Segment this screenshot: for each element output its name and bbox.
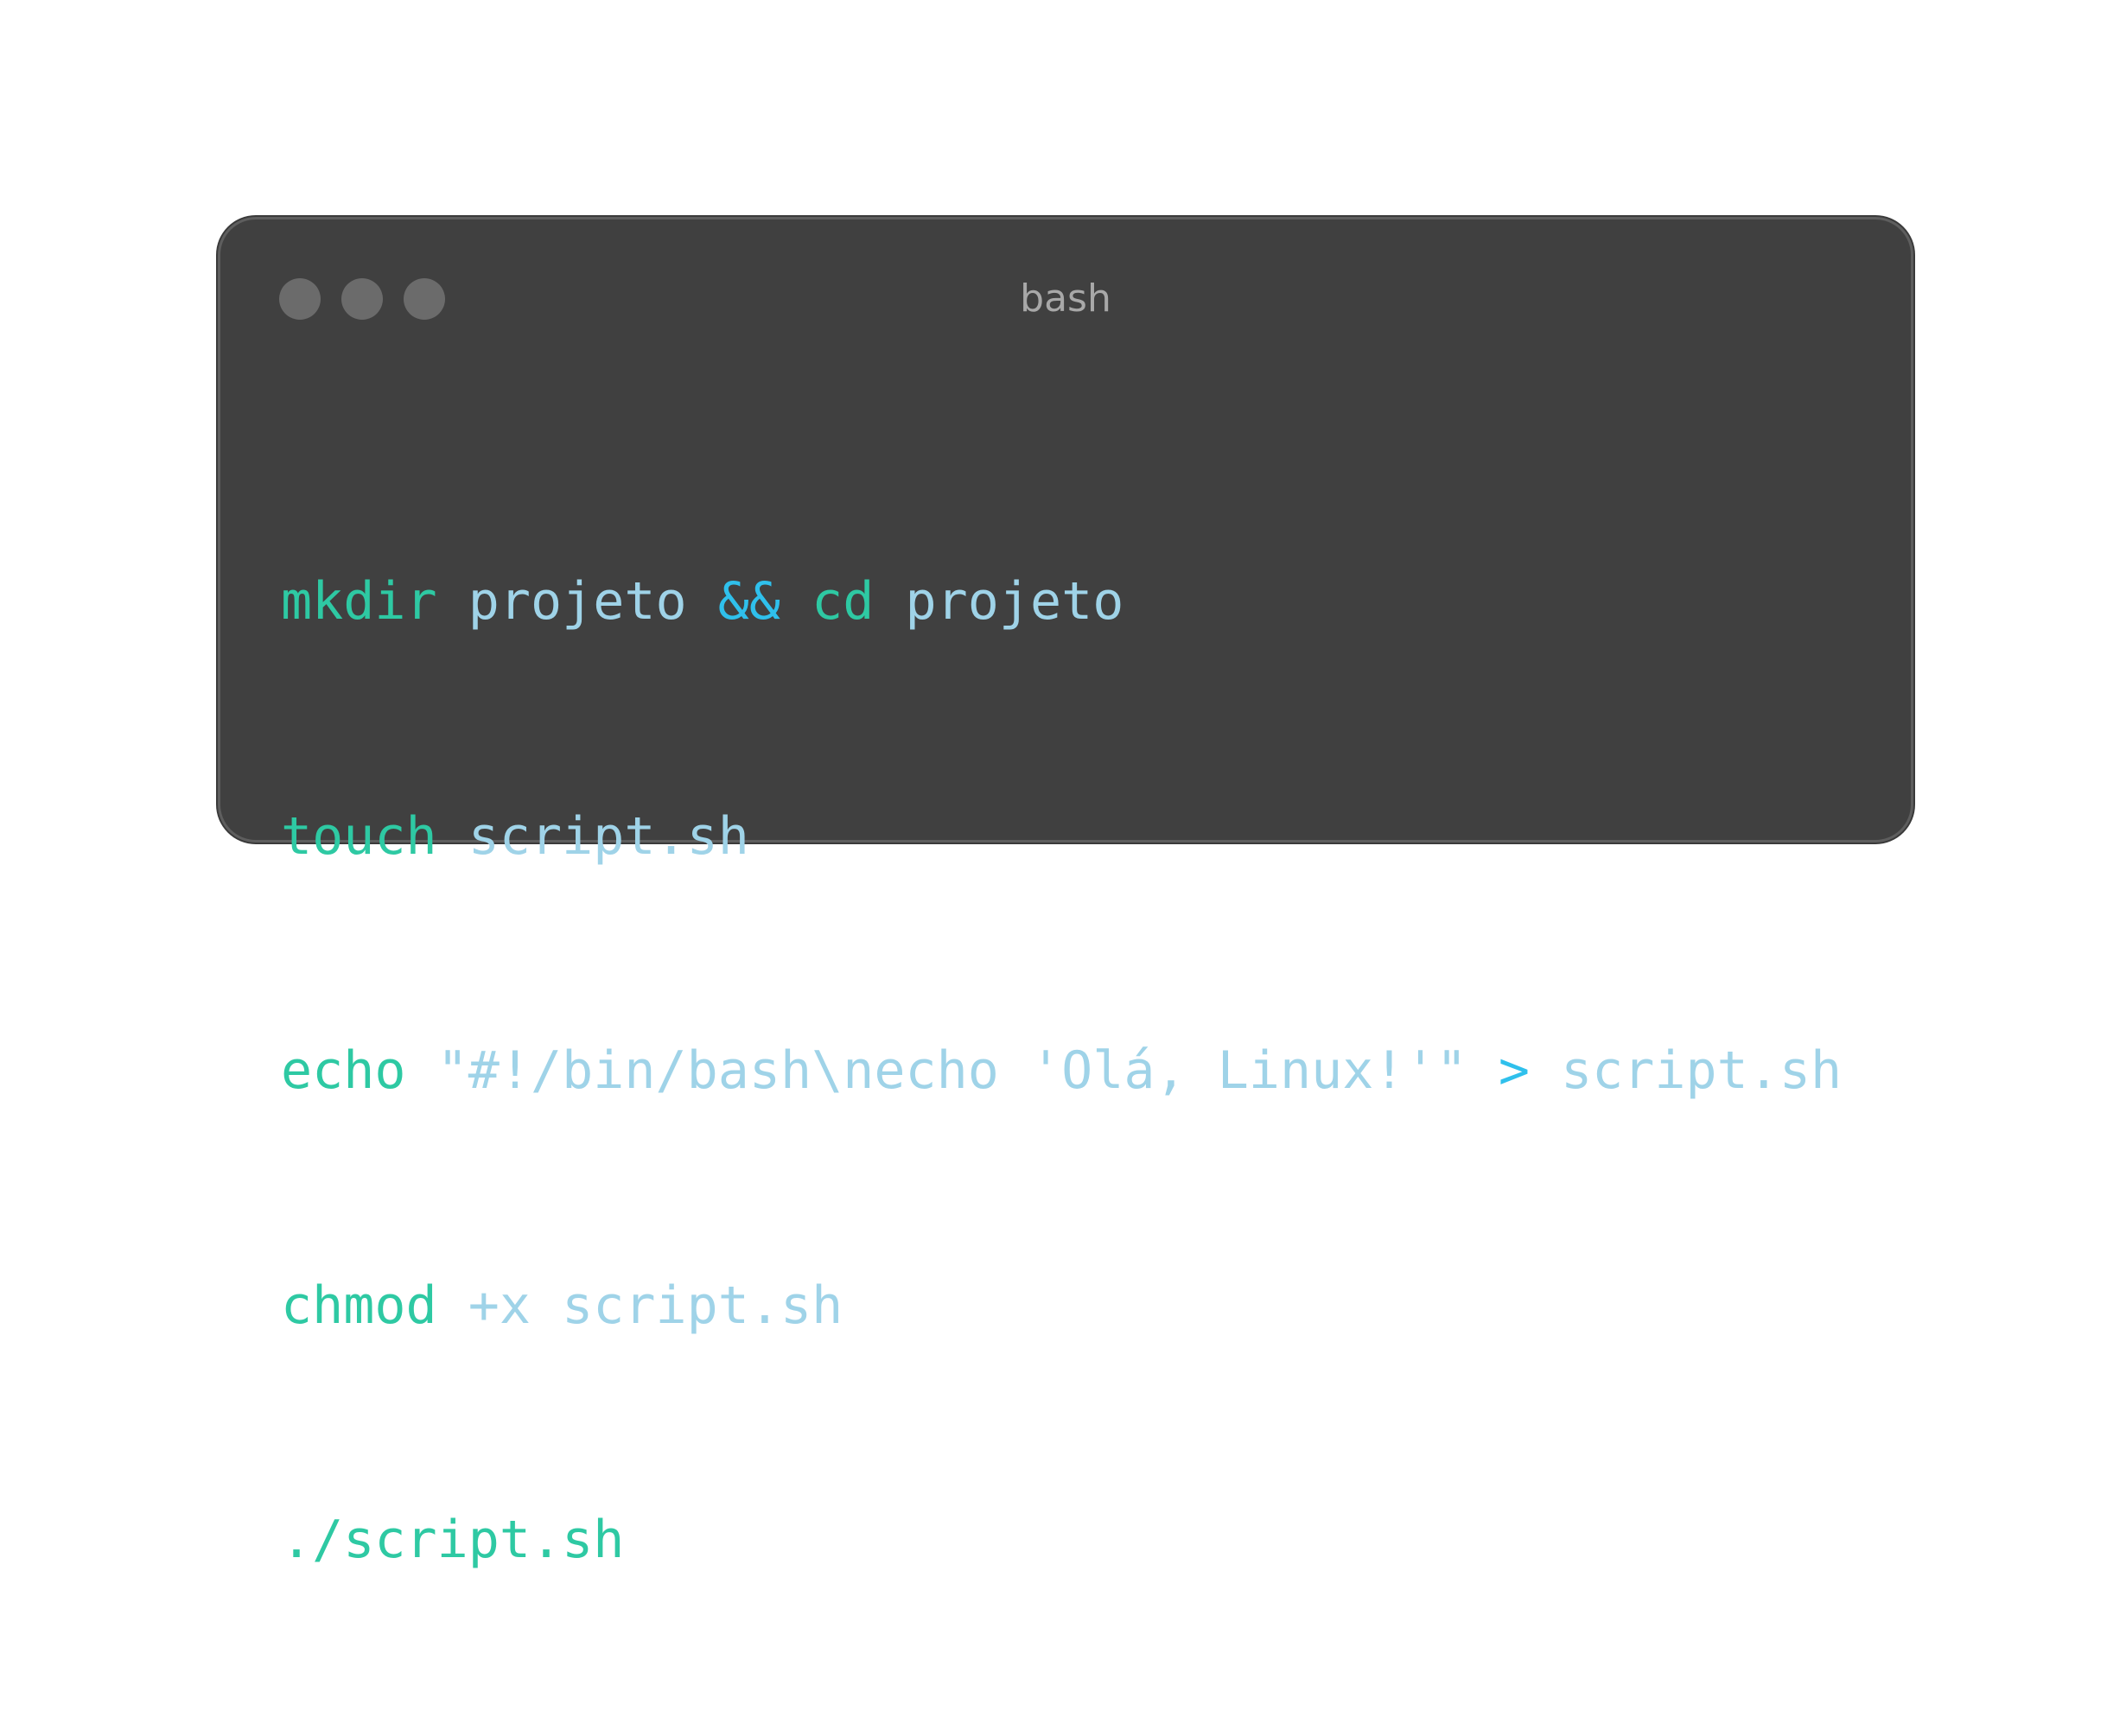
operator-token: && <box>717 571 780 632</box>
title-bar: bash <box>220 219 1911 321</box>
code-line-2: touch script.sh <box>281 798 1842 876</box>
redirect-operator-token: > <box>1498 1040 1530 1101</box>
argument-token: projeto <box>468 571 687 632</box>
argument-token: script.sh <box>1561 1040 1843 1101</box>
code-block: mkdir projeto && cd projeto touch script… <box>281 406 1842 1736</box>
terminal-window: bash mkdir projeto && cd projeto touch s… <box>218 217 1913 1570</box>
code-line-1: mkdir projeto && cd projeto <box>281 563 1842 641</box>
argument-token: projeto <box>905 571 1124 632</box>
argument-token: script.sh <box>468 805 749 867</box>
command-token: chmod <box>281 1275 437 1336</box>
command-token: mkdir <box>281 571 437 632</box>
command-token: cd <box>812 571 875 632</box>
code-line-3: echo "#!/bin/bash\necho 'Olá, Linux!'" >… <box>281 1032 1842 1110</box>
command-token: echo <box>281 1040 406 1101</box>
code-line-4: chmod +x script.sh <box>281 1267 1842 1345</box>
code-line-5: ./script.sh <box>281 1501 1842 1580</box>
command-token: touch <box>281 805 437 867</box>
argument-token: +x script.sh <box>468 1275 843 1336</box>
command-token: ./script.sh <box>281 1510 625 1570</box>
string-token: "#!/bin/bash\necho 'Olá, Linux!'" <box>436 1040 1467 1101</box>
window-title: bash <box>1020 277 1111 321</box>
